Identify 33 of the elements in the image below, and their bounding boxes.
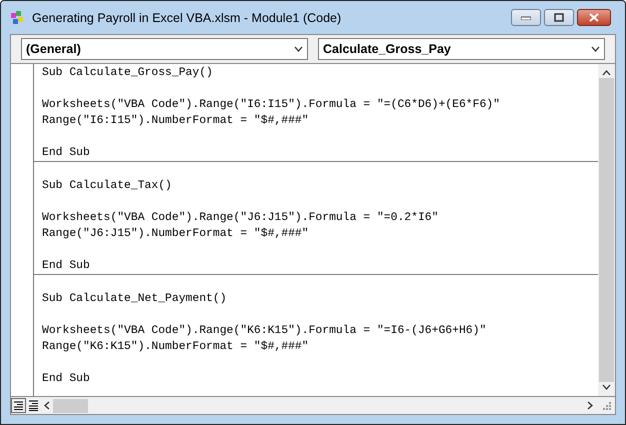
scroll-left-icon[interactable] [44,401,50,410]
app-icon [10,10,26,26]
code-line: Range("K6:K15").NumberFormat = "$#,###" [42,340,310,355]
code-line: Sub Calculate_Tax() [42,178,173,194]
scrollbar-thumb[interactable] [53,398,88,412]
window-title: Generating Payroll in Excel VBA.xlsm - Module1 (Code) [32,10,342,24]
scrollbar-thumb[interactable] [599,78,614,382]
resize-grip-icon[interactable] [602,400,612,410]
code-line: Sub Calculate_Net_Payment() [42,292,228,307]
close-button[interactable] [577,9,611,26]
code-line: End Sub [42,146,91,161]
maximize-button[interactable] [544,9,574,26]
scroll-down-icon[interactable] [602,384,611,390]
code-line: Worksheets("VBA Code").Range("J6:J15").Formula = "=0.2*I6" [42,210,440,226]
object-dropdown[interactable]: (General) [21,38,308,60]
procedure-dropdown[interactable]: Calculate_Gross_Pay [318,38,605,60]
code-line: End Sub [42,372,91,387]
maximize-icon [554,13,564,22]
close-icon [589,13,599,22]
code-line: Sub Calculate_Gross_Pay() [42,66,214,81]
code-line: Range("J6:J15").NumberFormat = "$#,###" [42,226,310,242]
minimize-icon [521,16,531,20]
procedure-view-button[interactable] [11,398,26,413]
module-view-button[interactable] [26,398,41,413]
code-line: Range("I6:I15").NumberFormat = "$#,###" [42,114,310,129]
chevron-down-icon[interactable] [294,46,303,52]
scroll-right-icon[interactable] [587,401,593,410]
minimize-button[interactable] [511,9,541,26]
code-line: Worksheets("VBA Code").Range("K6:K15").Formula = "=I6-(J6+G6+H6)" [42,324,488,339]
code-line: End Sub [42,258,91,274]
code-line: Worksheets("VBA Code").Range("I6:I15").Formula = "=(C6*D6)+(E6*F6)" [42,98,501,113]
scroll-up-icon[interactable] [602,70,611,76]
chevron-down-icon[interactable] [591,46,600,52]
